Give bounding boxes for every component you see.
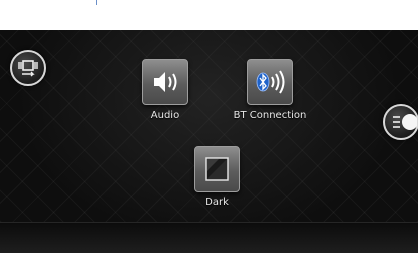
screen-mode-icon: [18, 60, 38, 77]
screen-mode-button[interactable]: [10, 50, 46, 86]
bt-icon-box: [247, 59, 293, 105]
speaker-icon: [154, 72, 177, 92]
menu-icon: [393, 114, 417, 130]
audio-tile[interactable]: Audio: [110, 59, 220, 121]
bt-connection-tile[interactable]: BT Connection: [215, 59, 325, 121]
dark-tile[interactable]: Dark: [162, 146, 272, 208]
bluetooth-speaker-icon: [256, 70, 285, 94]
dark-mode-icon: [205, 157, 229, 181]
dark-icon-box: [194, 146, 240, 192]
top-strip: [0, 0, 418, 30]
bt-connection-label: BT Connection: [233, 110, 307, 121]
menu-button[interactable]: [383, 104, 418, 140]
top-marker: [96, 0, 97, 5]
audio-icon-box: [142, 59, 188, 105]
audio-label: Audio: [150, 110, 180, 121]
bottom-bar: [0, 222, 418, 253]
settings-screen: Audio BT Connection Dark: [0, 30, 418, 253]
dark-label: Dark: [205, 197, 229, 208]
